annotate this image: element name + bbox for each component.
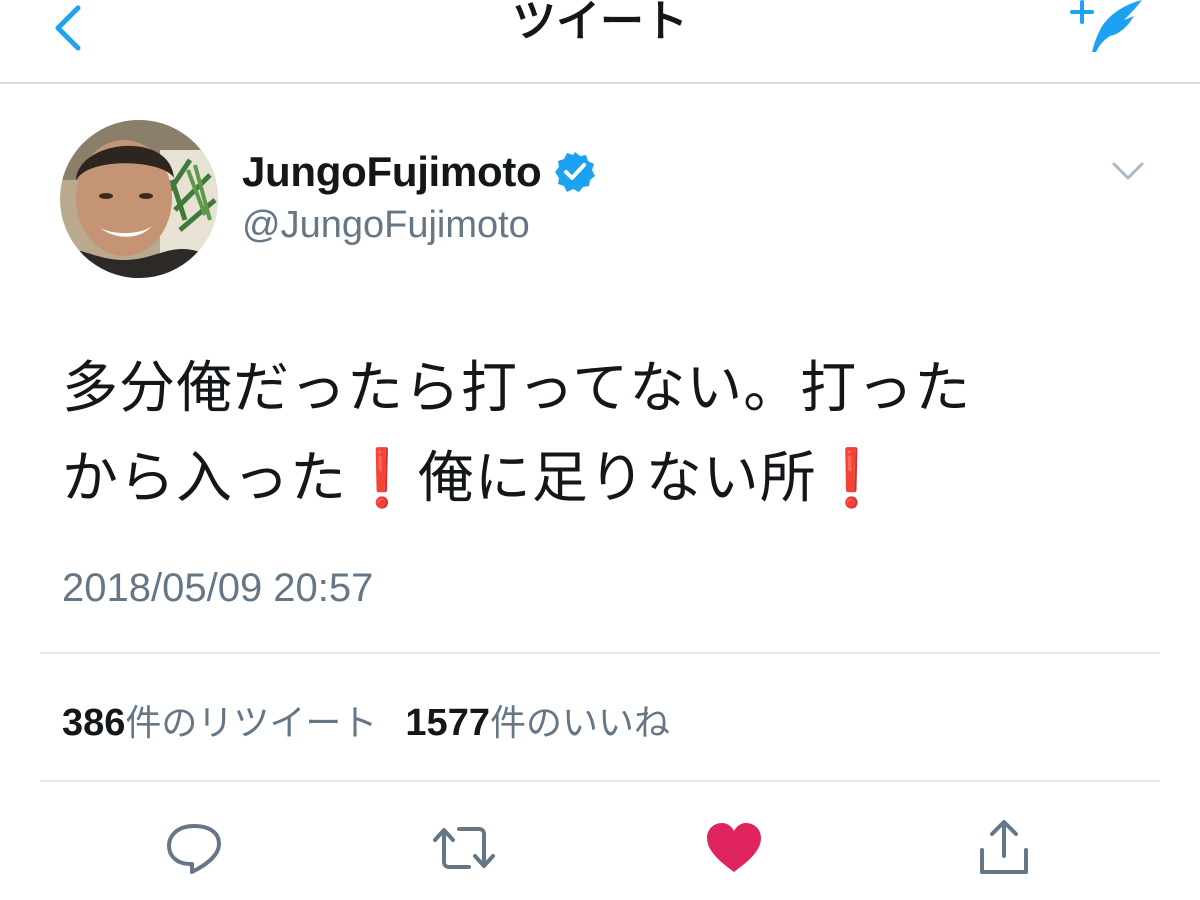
tweet-stats: 386件のリツイート 1577件のいいね [62, 694, 670, 746]
tweet-timestamp: 2018/05/09 20:57 [62, 566, 374, 610]
reply-button[interactable] [158, 812, 230, 884]
more-options-button[interactable] [1108, 156, 1148, 186]
avatar-photo [60, 120, 218, 278]
tweet-text-segment: から入った [62, 446, 347, 511]
retweet-button[interactable] [428, 812, 500, 884]
tweet-text-line-1: 多分俺だったら打ってない。打った [62, 356, 972, 421]
compose-tweet-button[interactable] [1064, 0, 1148, 60]
user-handle[interactable]: @JungoFujimoto [242, 204, 530, 247]
divider [40, 780, 1160, 782]
tweet-text-line-2: から入った❗俺に足りない所❗ [62, 434, 1152, 524]
like-label: 件のいいね [489, 703, 670, 744]
compose-quill-icon [1070, 0, 1142, 52]
like-icon [707, 823, 761, 872]
like-count: 1577 [405, 702, 490, 744]
like-button[interactable] [698, 812, 770, 884]
page-title: ツイート [512, 0, 688, 47]
verified-badge-icon [555, 152, 596, 192]
like-stat[interactable]: 1577件のいいね [405, 694, 670, 746]
chevron-down-icon [1112, 162, 1144, 180]
exclamation-emoji: ❗ [816, 446, 888, 511]
tweet-text: 多分俺だったら打ってない。打った から入った❗俺に足りない所❗ [62, 344, 1152, 524]
share-button[interactable] [968, 812, 1040, 884]
retweet-count: 386 [62, 702, 126, 744]
nav-bar: ツイート [0, 0, 1200, 84]
retweet-stat[interactable]: 386件のリツイート [62, 694, 377, 746]
share-icon [980, 820, 1028, 874]
author-name-row[interactable]: JungoFujimoto [242, 146, 597, 198]
divider [40, 652, 1160, 654]
tweet-text-segment: 俺に足りない所 [417, 446, 817, 511]
avatar[interactable] [60, 120, 218, 278]
reply-icon [167, 824, 221, 874]
retweet-label: 件のリツイート [125, 703, 378, 744]
exclamation-emoji: ❗ [347, 446, 418, 511]
retweet-icon [433, 827, 495, 869]
display-name[interactable]: JungoFujimoto [242, 148, 542, 196]
